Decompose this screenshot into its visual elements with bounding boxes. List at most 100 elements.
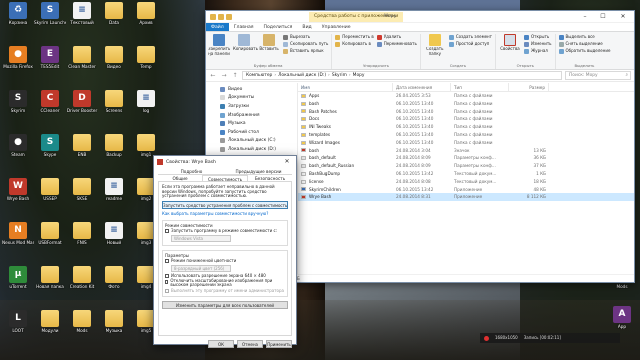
nav-item[interactable]: Видео: [206, 85, 297, 94]
cancel-button[interactable]: Отмена: [237, 340, 263, 348]
file-row[interactable]: Bash Patches 06.10.2015 13:40 Папка с файл…: [298, 108, 634, 116]
desktop-icon[interactable]: CCCleaner: [34, 90, 66, 120]
compatibility-mode-checkbox[interactable]: Запустить программу в режиме совместимос…: [165, 228, 285, 234]
select-all-button[interactable]: Выделить все: [558, 34, 611, 40]
desktop-icon[interactable]: E TES5Edit: [34, 46, 66, 76]
disable-dpi-scaling-checkbox[interactable]: Отключить масштабирование изображения пр…: [165, 278, 285, 288]
desktop-icon[interactable]: USSEP: [34, 178, 66, 208]
run-troubleshooter-button[interactable]: Запустить средство устранения проблем с …: [162, 200, 288, 209]
desktop-icon[interactable]: Видео: [98, 46, 130, 76]
desktop-icon[interactable]: ≡ Новый: [98, 222, 130, 252]
nav-item[interactable]: Локальный диск (D:): [206, 145, 297, 154]
file-row[interactable]: bash_default_Russian 24.08.2014 8:09 Парам…: [298, 162, 634, 170]
desktop-icon[interactable]: Модули: [34, 310, 66, 340]
search-input[interactable]: Поиск: Mopy ⌕: [565, 71, 631, 80]
file-row[interactable]: SkyrimChildren 06.10.2015 13:42 Приложение…: [298, 186, 634, 194]
address-bar[interactable]: Компьютер › Локальный диск (D:) › Skyrim › …: [242, 71, 562, 80]
change-all-users-button[interactable]: Изменить параметры для всех пользователе…: [162, 300, 288, 309]
tab-compatibility[interactable]: Совместимость: [202, 175, 248, 182]
tab-general[interactable]: Общие: [158, 175, 202, 181]
run-as-admin-checkbox[interactable]: Выполнять эту программу от имени админис…: [165, 288, 285, 294]
breadcrumb-skyrim[interactable]: Skyrim: [332, 72, 347, 79]
desktop-icon[interactable]: Фото: [98, 266, 130, 296]
new-item-button[interactable]: Создать элемент: [448, 34, 492, 40]
column-header-size[interactable]: Размер: [509, 83, 549, 91]
tab-view[interactable]: Вид: [297, 23, 316, 31]
cut-button[interactable]: Вырезать: [283, 34, 328, 40]
nav-item[interactable]: Изображения: [206, 111, 297, 120]
desktop-icon[interactable]: L LOOT: [2, 310, 34, 340]
file-row[interactable]: license 24.08.2014 8:08 Текстовый докум...…: [298, 178, 634, 186]
desktop-icon[interactable]: Data: [98, 2, 130, 32]
properties-icon[interactable]: [218, 13, 224, 20]
column-header-type[interactable]: Тип: [451, 83, 509, 91]
copy-to-button[interactable]: Копировать в: [335, 41, 373, 47]
new-folder-icon[interactable]: [226, 13, 232, 20]
open-button[interactable]: Открыть: [524, 34, 552, 40]
delete-button[interactable]: Удалить: [376, 34, 417, 40]
desktop-icon[interactable]: W Wrye Bash: [2, 178, 34, 208]
tab-home[interactable]: Главная: [229, 23, 259, 31]
invert-selection-button[interactable]: Обратить выделение: [558, 48, 610, 54]
desktop-icon[interactable]: S Skype: [34, 134, 66, 164]
apply-button[interactable]: Применить: [266, 340, 292, 348]
breadcrumb-mopy[interactable]: Mopy: [353, 72, 365, 79]
edit-button[interactable]: Изменить: [524, 41, 552, 47]
nav-item[interactable]: Документы: [206, 94, 297, 103]
file-row[interactable]: bash 06.10.2015 13:40 Папка с файлами: [298, 100, 634, 108]
desktop-icon[interactable]: Новая папка: [34, 266, 66, 296]
os-select[interactable]: Windows Vista: [171, 234, 231, 242]
desktop-icon[interactable]: Архив: [130, 2, 162, 32]
back-arrow-icon[interactable]: ←: [209, 72, 217, 79]
nav-item[interactable]: Локальный диск (C:): [206, 137, 297, 146]
tab-previous-versions[interactable]: Предыдущие версии: [225, 168, 292, 174]
file-row[interactable]: bash 24.08.2014 3:04 Значок 13 КБ: [298, 147, 634, 155]
copy-button[interactable]: Копировать: [233, 34, 258, 63]
color-depth-select[interactable]: 8-разрядный цвет (256): [171, 264, 231, 272]
desktop-icon[interactable]: ENB: [66, 134, 98, 164]
select-none-button[interactable]: Снять выделение: [558, 41, 611, 47]
nav-item[interactable]: Загрузки: [206, 102, 297, 111]
file-row[interactable]: Wrye Bash 24.08.2014 8:31 Приложение 8 112 …: [298, 193, 634, 202]
file-row[interactable]: BashBugDump 06.10.2015 13:42 Текстовый док…: [298, 170, 634, 178]
properties-button[interactable]: Свойства: [499, 34, 521, 63]
column-header-date[interactable]: Дата изменения: [393, 83, 451, 91]
history-button[interactable]: Журнал: [524, 48, 552, 54]
new-folder-button[interactable]: Создать папку: [424, 34, 446, 63]
rename-button[interactable]: Переименовать: [376, 41, 417, 47]
desktop-icon[interactable]: Screens: [98, 90, 130, 120]
desktop-icon[interactable]: Backup: [98, 134, 130, 164]
nav-item[interactable]: Музыка: [206, 119, 297, 128]
desktop-icon[interactable]: NNexus Mod Manager: [2, 222, 34, 252]
tab-manage[interactable]: Управление: [317, 23, 356, 31]
breadcrumb-computer[interactable]: Компьютер: [246, 72, 272, 79]
file-row[interactable]: Wizard Images 06.10.2015 13:40 Папка с фай…: [298, 139, 634, 147]
copy-path-button[interactable]: Скопировать путь: [283, 41, 328, 47]
tab-details[interactable]: Подробно: [158, 168, 225, 174]
file-row[interactable]: Apps 26.04.2015 3:53 Папка с файлами: [298, 92, 634, 100]
breadcrumb-drive-d[interactable]: Локальный диск (D:): [278, 72, 326, 79]
tab-security[interactable]: Безопасность: [248, 175, 292, 181]
paste-button[interactable]: Вставить: [258, 34, 280, 63]
forward-arrow-icon[interactable]: →: [220, 72, 228, 79]
desktop-icon[interactable]: SKSE: [66, 178, 98, 208]
desktop-icon[interactable]: S Skyrim: [2, 90, 34, 120]
desktop-icon[interactable]: ● Mozilla Firefox: [2, 46, 34, 76]
desktop-icon[interactable]: D Driver Booster: [66, 90, 98, 120]
folder-icon[interactable]: [210, 13, 216, 20]
nav-item[interactable]: Рабочий стол: [206, 128, 297, 137]
minimize-button[interactable]: –: [576, 11, 594, 23]
file-row[interactable]: bash_default 24.08.2014 8:09 Параметры кон…: [298, 154, 634, 162]
desktop-icon[interactable]: ●Steam: [2, 134, 34, 164]
reduced-color-checkbox[interactable]: Режим пониженной цветности: [165, 258, 285, 264]
desktop-icon[interactable]: S Skyrim Launcher: [34, 2, 66, 32]
desktop-icon[interactable]: A App: [606, 306, 638, 336]
desktop-icon[interactable]: ≡ log: [130, 90, 162, 120]
desktop-icon[interactable]: Creation Kit: [66, 266, 98, 296]
up-arrow-icon[interactable]: ↑: [231, 72, 239, 79]
desktop-icon[interactable]: µ uTorrent: [2, 266, 34, 296]
desktop-icon[interactable]: ≡ readme: [98, 178, 130, 208]
tab-file[interactable]: Файл: [206, 23, 229, 31]
desktop-icon[interactable]: Temp: [130, 46, 162, 76]
ok-button[interactable]: ОК: [208, 340, 234, 348]
